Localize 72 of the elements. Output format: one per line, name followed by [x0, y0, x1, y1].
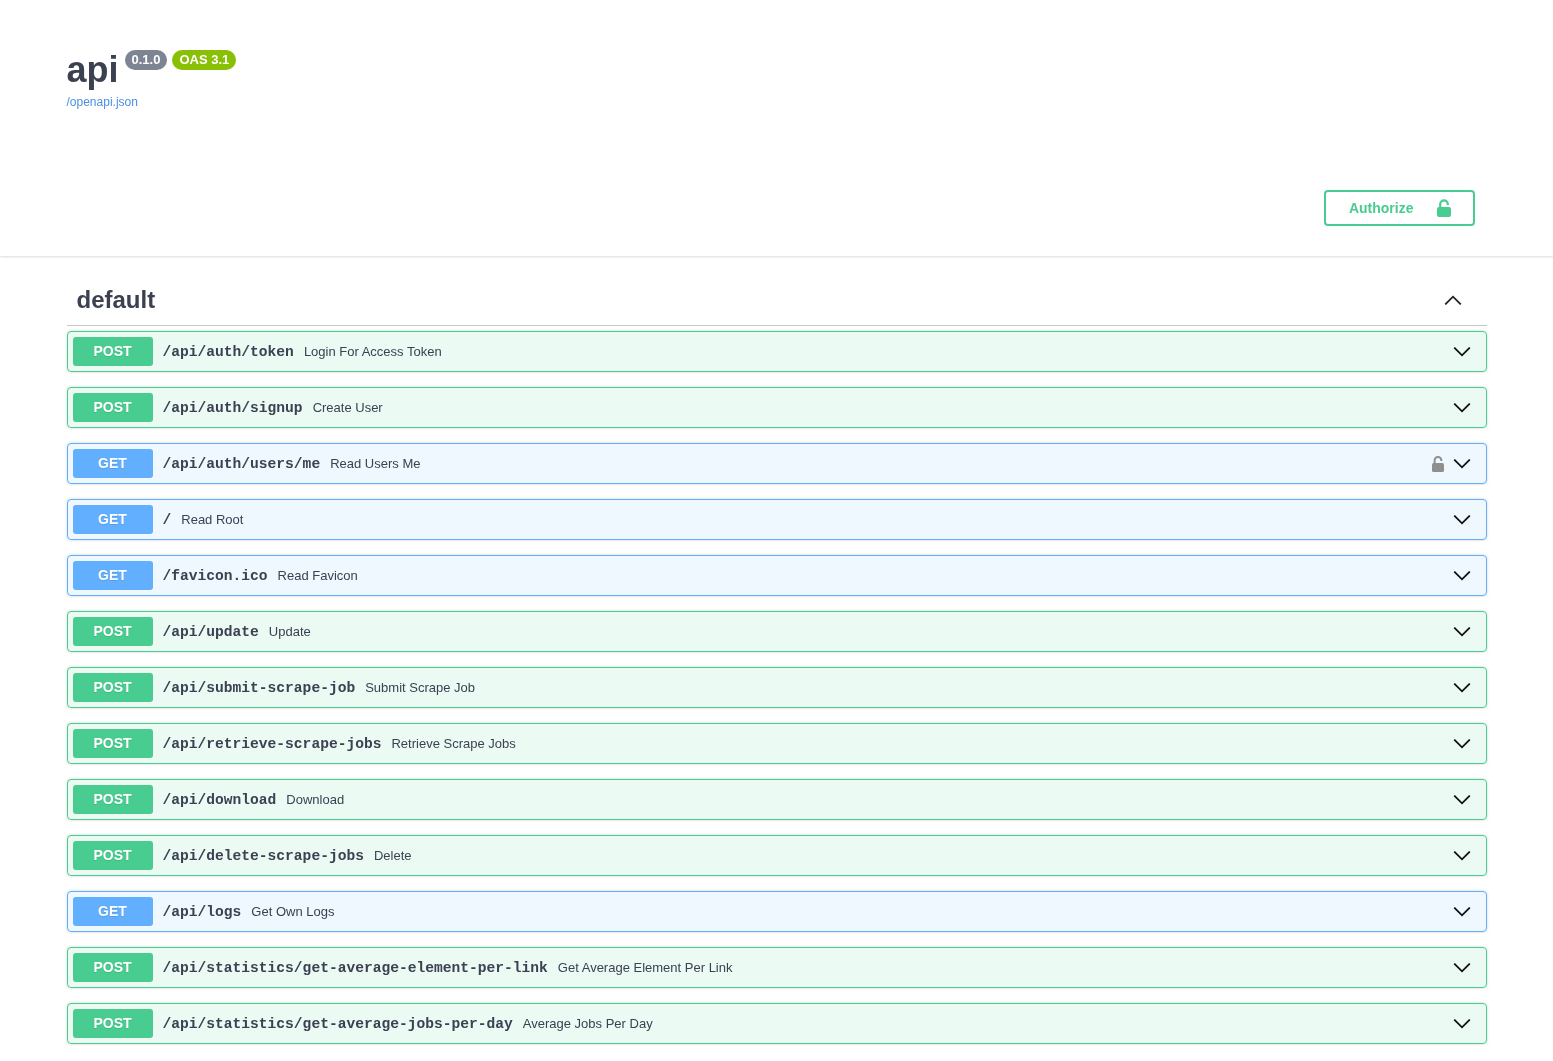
endpoint-summary: Delete: [373, 848, 413, 863]
method-badge: POST: [72, 393, 153, 422]
method-badge: POST: [72, 785, 153, 814]
section-title[interactable]: default: [76, 285, 156, 315]
api-title: api: [66, 52, 119, 88]
endpoint-path: /api/auth/token: [161, 343, 295, 360]
endpoint-summary: Submit Scrape Job: [365, 680, 476, 695]
chevron-down-icon[interactable]: [1452, 682, 1471, 693]
chevron-up-icon[interactable]: [1443, 295, 1462, 305]
spec-version-badge: OAS 3.1: [172, 50, 237, 70]
endpoint-path: /api/submit-scrape-job: [161, 679, 357, 696]
endpoint-row[interactable]: POST /api/statistics/get-average-jobs-per-day Average Jobs Per Day: [66, 1003, 1487, 1044]
endpoint-summary: Download: [286, 792, 346, 807]
lock-icon: [1436, 199, 1451, 217]
method-badge: POST: [72, 729, 153, 758]
chevron-down-icon[interactable]: [1452, 514, 1471, 525]
endpoint-path: /api/delete-scrape-jobs: [161, 847, 365, 864]
endpoint-summary: Read Users Me: [330, 456, 422, 471]
endpoint-row[interactable]: GET /api/auth/users/me Read Users Me: [66, 443, 1487, 484]
method-badge: POST: [72, 953, 153, 982]
endpoint-row[interactable]: GET / Read Root: [66, 499, 1487, 540]
endpoint-summary: Create User: [312, 400, 384, 415]
endpoint-summary: Read Root: [181, 512, 245, 527]
endpoint-path: /api/update: [161, 623, 260, 640]
endpoint-row[interactable]: GET /api/logs Get Own Logs: [66, 891, 1487, 932]
endpoint-row[interactable]: POST /api/update Update: [66, 611, 1487, 652]
method-badge: GET: [72, 561, 153, 590]
endpoint-path: /api/statistics/get-average-element-per-link: [161, 959, 549, 976]
endpoint-path: /api/download: [161, 791, 278, 808]
method-badge: POST: [72, 337, 153, 366]
chevron-down-icon[interactable]: [1452, 458, 1471, 469]
chevron-down-icon[interactable]: [1452, 794, 1471, 805]
method-badge: POST: [72, 617, 153, 646]
chevron-down-icon[interactable]: [1452, 626, 1471, 637]
chevron-down-icon[interactable]: [1452, 346, 1471, 357]
lock-icon[interactable]: [1431, 455, 1444, 472]
endpoint-row[interactable]: POST /api/delete-scrape-jobs Delete: [66, 835, 1487, 876]
endpoint-summary: Retrieve Scrape Jobs: [391, 736, 517, 751]
endpoint-row[interactable]: POST /api/retrieve-scrape-jobs Retrieve Scrape Jobs: [66, 723, 1487, 764]
chevron-down-icon[interactable]: [1452, 570, 1471, 581]
endpoint-row[interactable]: POST /api/statistics/get-average-element-per-link Get Average Element Per Link: [66, 947, 1487, 988]
endpoint-summary: Update: [268, 624, 312, 639]
endpoint-summary: Get Own Logs: [251, 904, 336, 919]
endpoint-path: /api/auth/users/me: [161, 455, 322, 472]
chevron-down-icon[interactable]: [1452, 850, 1471, 861]
version-badge: 0.1.0: [124, 50, 168, 70]
chevron-down-icon[interactable]: [1452, 906, 1471, 917]
endpoint-row[interactable]: POST /api/auth/signup Create User: [66, 387, 1487, 428]
chevron-down-icon[interactable]: [1452, 1018, 1471, 1029]
method-badge: GET: [72, 897, 153, 926]
endpoint-row[interactable]: POST /api/auth/token Login For Access Token: [66, 331, 1487, 372]
endpoint-summary: Read Favicon: [277, 568, 359, 583]
endpoint-summary: Average Jobs Per Day: [522, 1016, 654, 1031]
method-badge: POST: [72, 841, 153, 870]
method-badge: GET: [72, 449, 153, 478]
endpoint-row[interactable]: POST /api/download Download: [66, 779, 1487, 820]
method-badge: GET: [72, 505, 153, 534]
chevron-down-icon[interactable]: [1452, 962, 1471, 973]
method-badge: POST: [72, 1009, 153, 1038]
method-badge: POST: [72, 673, 153, 702]
endpoint-path: /api/statistics/get-average-jobs-per-day: [161, 1015, 514, 1032]
endpoint-path: /api/auth/signup: [161, 399, 304, 416]
chevron-down-icon[interactable]: [1452, 402, 1471, 413]
endpoint-row[interactable]: POST /api/submit-scrape-job Submit Scrape Job: [66, 667, 1487, 708]
endpoint-path: /: [161, 511, 173, 528]
endpoint-row[interactable]: GET /favicon.ico Read Favicon: [66, 555, 1487, 596]
chevron-down-icon[interactable]: [1452, 738, 1471, 749]
endpoint-path: /api/logs: [161, 903, 243, 920]
endpoint-path: /favicon.ico: [161, 567, 269, 584]
endpoint-summary: Login For Access Token: [303, 344, 443, 359]
endpoint-summary: Get Average Element Per Link: [557, 960, 734, 975]
endpoint-path: /api/retrieve-scrape-jobs: [161, 735, 383, 752]
